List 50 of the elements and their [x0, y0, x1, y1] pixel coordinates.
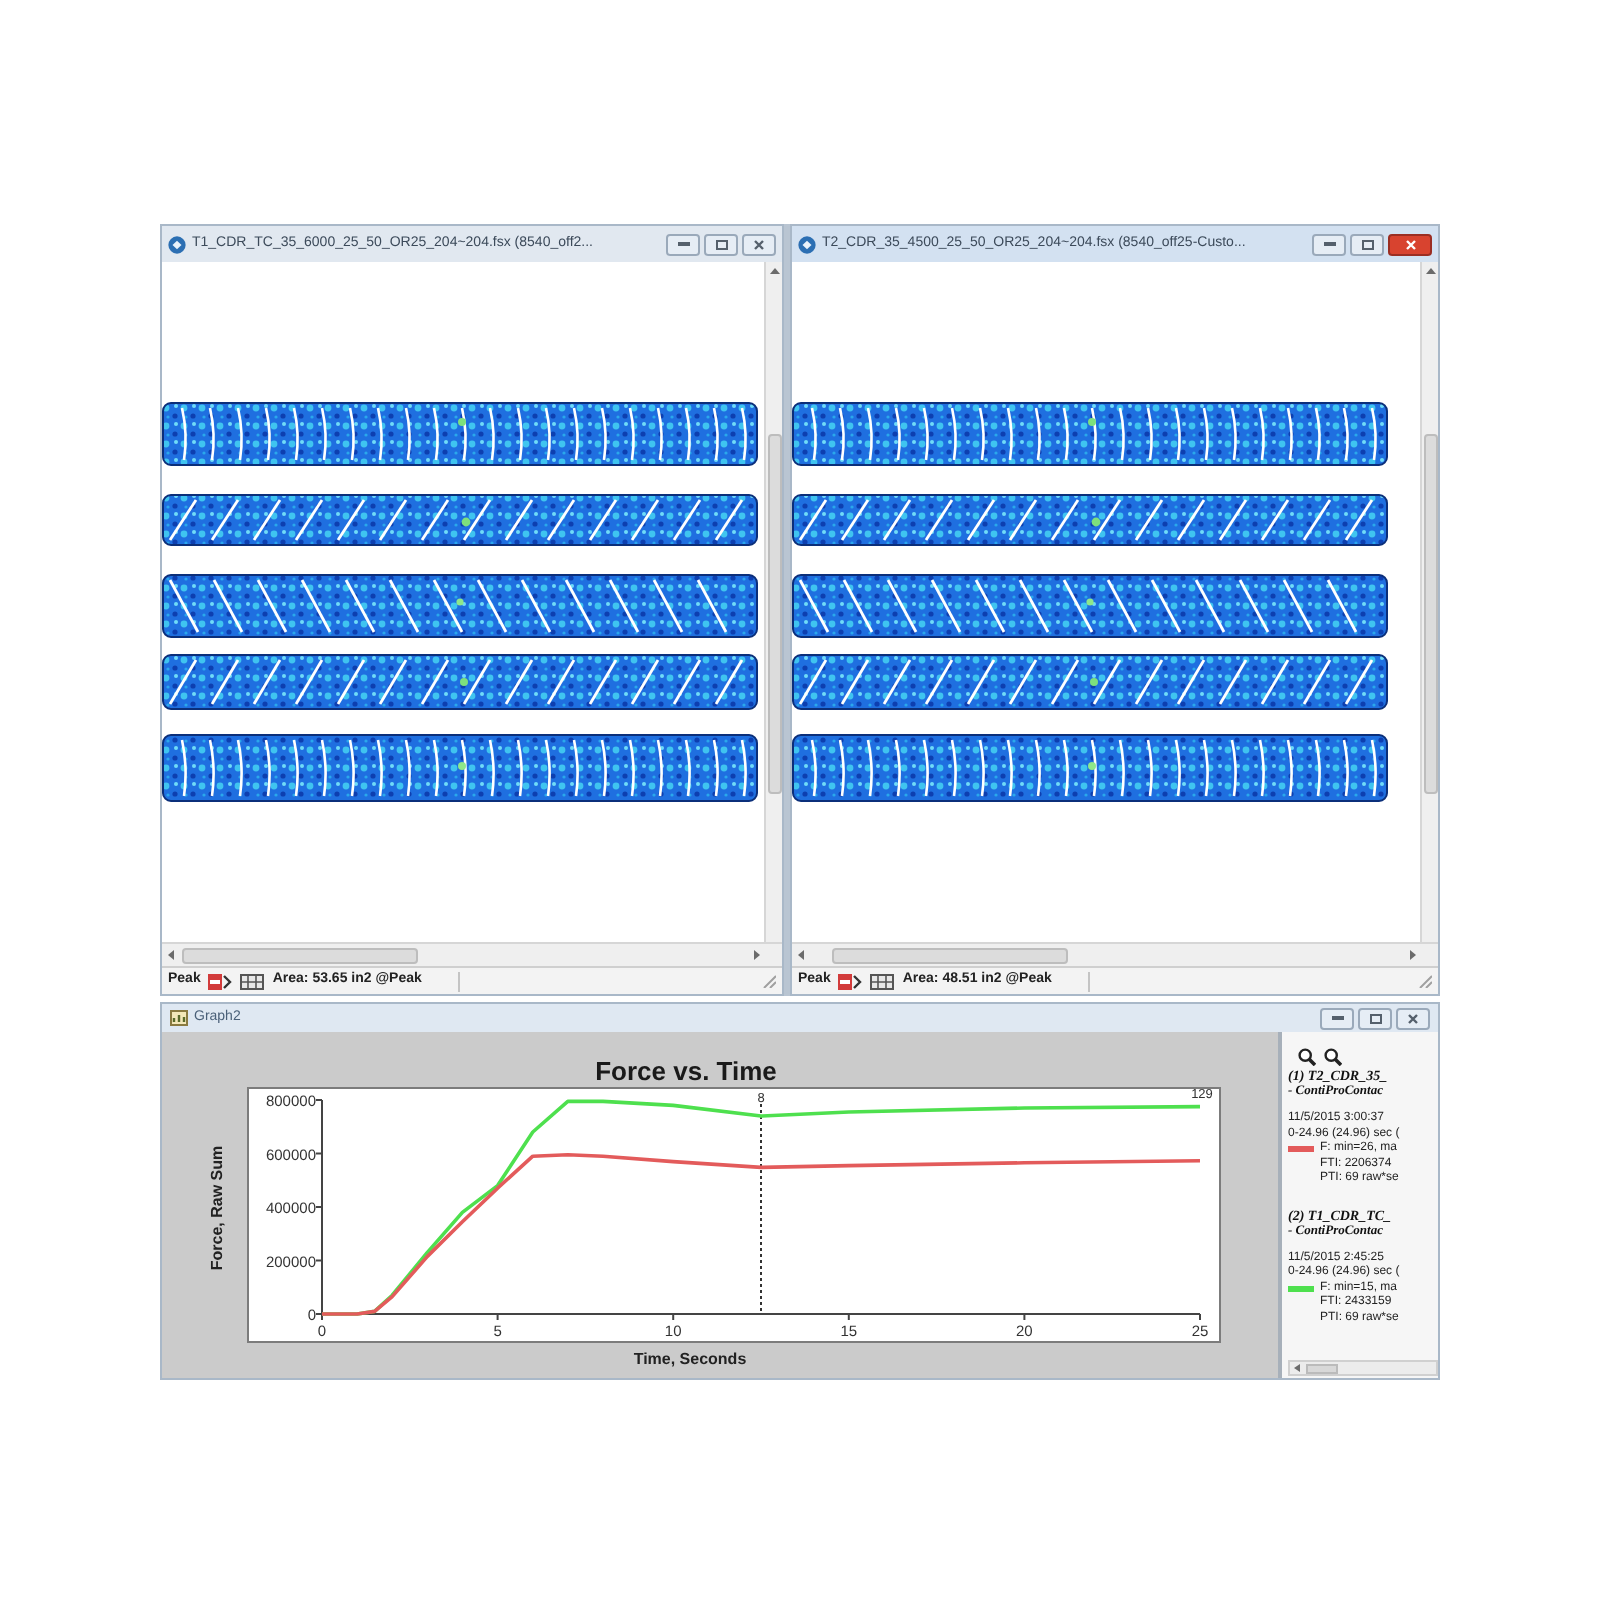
scrollbar-thumb[interactable] [1306, 1363, 1338, 1373]
bar-chart-icon [170, 1010, 188, 1026]
app-icon [168, 235, 186, 253]
maximize-icon [715, 239, 727, 249]
scroll-up-icon [769, 268, 779, 274]
scrollbar-thumb[interactable] [832, 947, 1068, 963]
close-button[interactable] [1388, 233, 1432, 255]
close-button[interactable] [742, 233, 776, 255]
maximize-icon [1361, 239, 1373, 249]
minimize-button[interactable] [1320, 1007, 1354, 1029]
close-icon [1405, 239, 1415, 249]
scrollbar-thumb[interactable] [182, 947, 418, 963]
resize-grip-icon[interactable] [762, 974, 776, 988]
maximize-button[interactable] [704, 233, 738, 255]
maximize-button[interactable] [1358, 1007, 1392, 1029]
scroll-right-icon [754, 950, 760, 960]
cursor-line[interactable] [760, 1103, 762, 1315]
horizontal-scrollbar[interactable] [1288, 1360, 1438, 1376]
minimize-button[interactable] [666, 233, 700, 255]
app-icon [798, 235, 816, 253]
maximize-button[interactable] [1350, 233, 1384, 255]
scrollbar-thumb[interactable] [1423, 434, 1437, 794]
magnifier-icon[interactable] [1324, 1048, 1342, 1066]
scrollbar-thumb[interactable] [767, 434, 781, 794]
x-axis-label: Time, Seconds [633, 1350, 747, 1368]
minimize-icon [1323, 242, 1335, 246]
minus-chevron-icon[interactable] [838, 973, 863, 989]
scroll-left-icon [798, 950, 804, 960]
minus-chevron-icon[interactable] [208, 973, 233, 989]
minimize-icon [677, 242, 689, 246]
chart-title: Force vs. Time [595, 1056, 777, 1086]
grid-icon[interactable] [240, 973, 265, 989]
scroll-left-icon [168, 950, 174, 960]
minimize-icon [1331, 1016, 1343, 1020]
vertical-scrollbar[interactable] [1420, 262, 1438, 942]
resize-grip-icon[interactable] [1418, 974, 1432, 988]
horizontal-scrollbar[interactable] [162, 942, 782, 966]
grid-icon[interactable] [870, 973, 895, 989]
scroll-left-icon [1294, 1364, 1300, 1372]
minimize-button[interactable] [1312, 233, 1346, 255]
scroll-up-icon [1425, 268, 1435, 274]
close-button[interactable] [1396, 1007, 1430, 1029]
horizontal-scrollbar[interactable] [792, 942, 1438, 966]
close-icon [1408, 1013, 1418, 1023]
y-axis-label: Force, Raw Sum [208, 1145, 226, 1271]
scroll-right-icon [1410, 950, 1416, 960]
vertical-scrollbar[interactable] [764, 262, 782, 942]
close-icon [754, 239, 764, 249]
magnifier-icon[interactable] [1298, 1048, 1316, 1066]
maximize-icon [1369, 1013, 1381, 1023]
